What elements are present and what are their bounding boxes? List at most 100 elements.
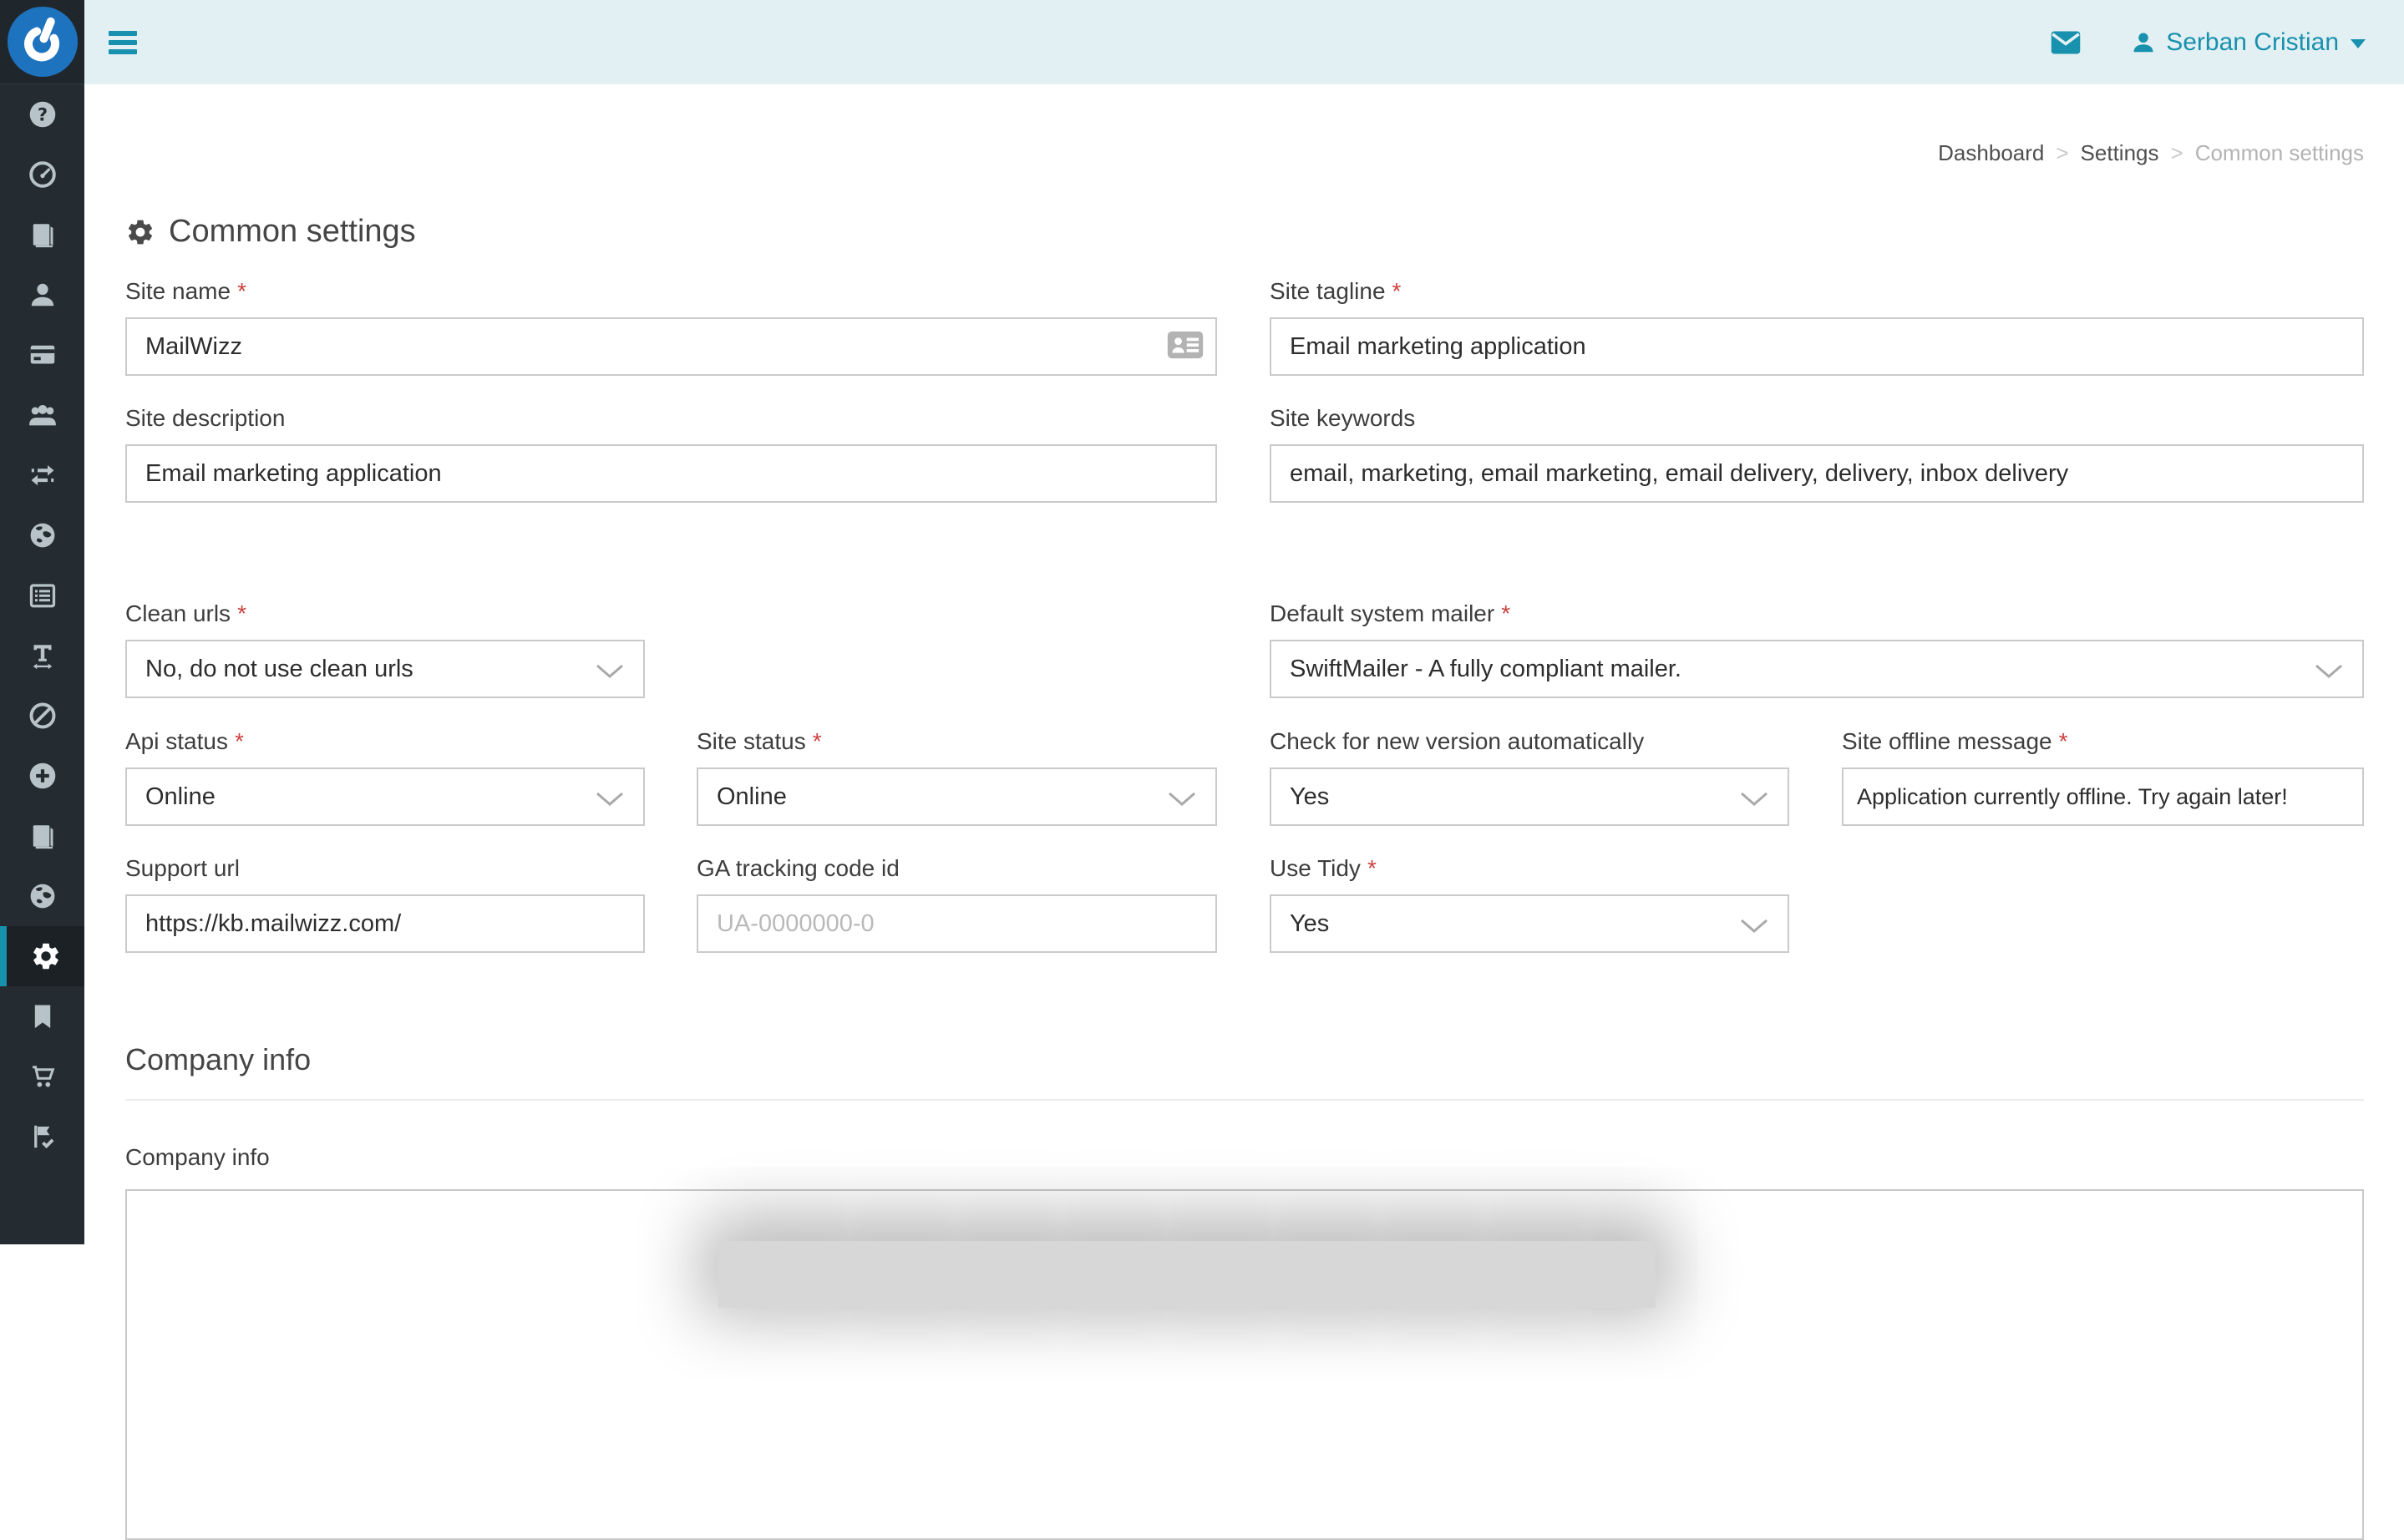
site-keywords-label: Site keywords [1270,405,1415,431]
field-site-status: Site status * Online [697,728,1217,826]
required-asterisk: * [1501,600,1510,626]
field-site-keywords: Site keywords [1270,405,2364,503]
gear-icon [125,217,155,247]
sidebar-item-settings[interactable] [0,926,84,986]
sidebar-item-translations[interactable] [0,626,84,686]
site-offline-message-label: Site offline message [1842,728,2052,754]
user-menu[interactable]: Serban Cristian [2131,28,2366,57]
site-status-label: Site status [697,728,806,754]
use-tidy-select[interactable]: Yes [1270,894,1789,953]
chevron-down-icon [1739,917,1769,935]
sidebar-item-bookmarks[interactable] [0,986,84,1046]
topbar: Serban Cristian [84,0,2404,84]
required-asterisk: * [813,728,822,754]
field-default-system-mailer: Default system mailer * SwiftMailer - A f… [1270,600,2364,698]
chevron-down-icon [1739,790,1769,808]
book-icon [28,821,58,851]
field-company-info: Company info [125,1144,2364,1183]
site-tagline-input[interactable] [1270,317,2364,376]
sidebar-item-surveys[interactable] [0,565,84,626]
hamburger-icon[interactable] [109,27,137,58]
field-site-tagline: Site tagline* [1270,278,2364,376]
breadcrumb-dashboard[interactable]: Dashboard [1938,140,2044,166]
bookmark-icon [28,1002,57,1031]
chevron-down-icon [1167,790,1197,808]
globe-icon [28,881,58,911]
support-url-label: Support url [125,855,240,881]
ga-tracking-label: GA tracking code id [697,855,900,881]
sidebar-item-domains[interactable] [0,505,84,565]
main-content: Dashboard > Settings > Common settings C… [84,84,2404,1244]
check-version-label: Check for new version automatically [1270,728,1644,754]
field-check-version: Check for new version automatically Yes [1270,728,1789,826]
site-description-input[interactable] [125,444,1217,503]
app-logo[interactable] [0,0,84,84]
caret-down-icon [2351,39,2366,48]
breadcrumb-separator: > [2056,140,2068,166]
default-system-mailer-label: Default system mailer [1270,600,1494,626]
required-asterisk: * [1367,855,1377,881]
section-divider [125,1099,2364,1101]
field-clean-urls: Clean urls* No, do not use clean urls [125,600,645,698]
svg-text:?: ? [37,105,47,125]
sidebar-item-customer[interactable] [0,265,84,325]
api-status-select[interactable]: Online [125,767,645,826]
book-icon [28,220,58,250]
breadcrumb: Dashboard > Settings > Common settings [1938,140,2364,166]
field-use-tidy: Use Tidy* Yes [1270,855,1789,953]
user-icon [2131,30,2156,55]
site-keywords-input[interactable] [1270,444,2364,503]
vcard-icon[interactable] [1167,331,1204,359]
required-asterisk: * [237,600,246,626]
flag-check-icon [28,1122,58,1152]
field-ga-tracking: GA tracking code id [697,855,1217,953]
site-tagline-label: Site tagline [1270,278,1386,304]
support-url-input[interactable] [125,894,645,953]
users-group-icon [27,399,58,431]
field-site-description: Site description [125,405,1217,503]
check-version-select[interactable]: Yes [1270,767,1789,826]
globe-icon [28,520,58,550]
sidebar-item-queue[interactable] [0,1107,84,1167]
ban-icon [28,701,58,731]
use-tidy-label: Use Tidy [1270,855,1361,881]
required-asterisk: * [1392,278,1402,304]
sidebar-item-help[interactable]: ? [0,84,84,144]
site-status-select[interactable]: Online [697,767,1217,826]
site-name-label: Site name [125,278,231,304]
sidebar-item-guides[interactable] [0,806,84,866]
messages-button[interactable] [2051,30,2081,55]
field-api-status: Api status* Online [125,728,645,826]
user-name: Serban Cristian [2166,28,2339,57]
company-info-heading: Company info [125,1042,311,1077]
sidebar-item-locations[interactable] [0,866,84,926]
site-name-input[interactable] [125,317,1217,376]
envelope-icon [2051,30,2081,55]
sidebar-item-blacklist[interactable] [0,686,84,746]
power-logo-icon [6,5,79,79]
sidebar-item-store[interactable] [0,1046,84,1107]
breadcrumb-settings[interactable]: Settings [2081,140,2159,166]
sidebar-item-customers-group[interactable] [0,385,84,445]
gear-icon [30,940,62,972]
plus-circle-icon [28,761,58,791]
clean-urls-label: Clean urls [125,600,231,626]
credit-card-icon [28,340,58,370]
sidebar-item-extend[interactable] [0,746,84,806]
ga-tracking-input[interactable] [697,894,1217,953]
site-description-label: Site description [125,405,285,431]
required-asterisk: * [2059,728,2068,754]
topbar-right: Serban Cristian [2051,28,2404,57]
sidebar-item-transactions[interactable] [0,445,84,505]
clean-urls-select[interactable]: No, do not use clean urls [125,640,645,698]
default-system-mailer-select[interactable]: SwiftMailer - A fully compliant mailer. [1270,640,2364,698]
site-offline-message-input[interactable] [1842,767,2364,826]
breadcrumb-separator: > [2171,140,2183,166]
chevron-down-icon [2314,662,2344,680]
sidebar-item-dashboard[interactable] [0,144,84,205]
dashboard-icon [28,160,58,190]
field-site-offline-message: Site offline message * [1842,728,2364,826]
sidebar-item-price-plans[interactable] [0,325,84,385]
field-site-name: Site name* [125,278,1217,376]
sidebar-item-lists[interactable] [0,205,84,265]
